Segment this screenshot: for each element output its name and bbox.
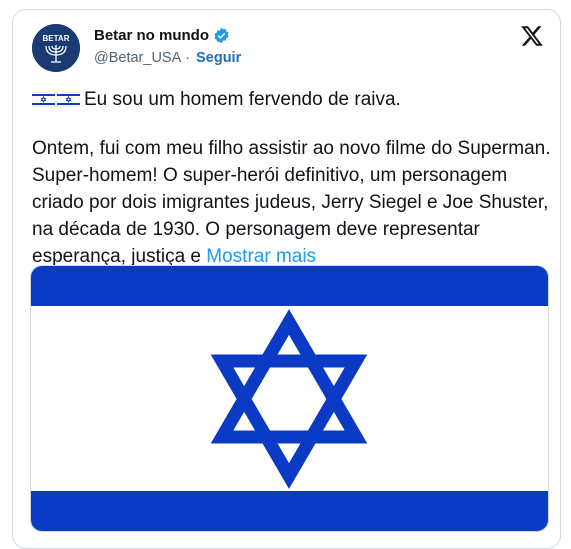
- post-media[interactable]: [30, 265, 549, 532]
- avatar[interactable]: BETAR: [32, 24, 80, 72]
- x-logo-icon[interactable]: [520, 24, 544, 48]
- tweet-card: BETAR Betar no mundo @Betar_USA · Seguir: [12, 9, 561, 549]
- avatar-text: BETAR: [43, 34, 70, 43]
- israel-flag-icon: [57, 92, 80, 107]
- follow-button[interactable]: Seguir: [196, 50, 241, 66]
- post-first-line: Eu sou um homem fervendo de raiva.: [84, 89, 401, 110]
- show-more-link[interactable]: Mostrar mais: [206, 246, 316, 267]
- betar-logo-icon: BETAR: [32, 24, 80, 72]
- post-body: Ontem, fui com meu filho assistir ao nov…: [32, 135, 552, 270]
- author-handle[interactable]: @Betar_USA: [94, 50, 181, 66]
- verified-badge-icon: [214, 27, 229, 44]
- author-name-row[interactable]: Betar no mundo: [94, 27, 230, 44]
- handle-row: @Betar_USA · Seguir: [94, 50, 241, 66]
- israel-flag-image-icon: [31, 266, 548, 531]
- separator: ·: [185, 50, 191, 66]
- author-name[interactable]: Betar no mundo: [94, 27, 209, 44]
- israel-flag-icon: [32, 92, 55, 107]
- flag-emojis: [32, 92, 80, 107]
